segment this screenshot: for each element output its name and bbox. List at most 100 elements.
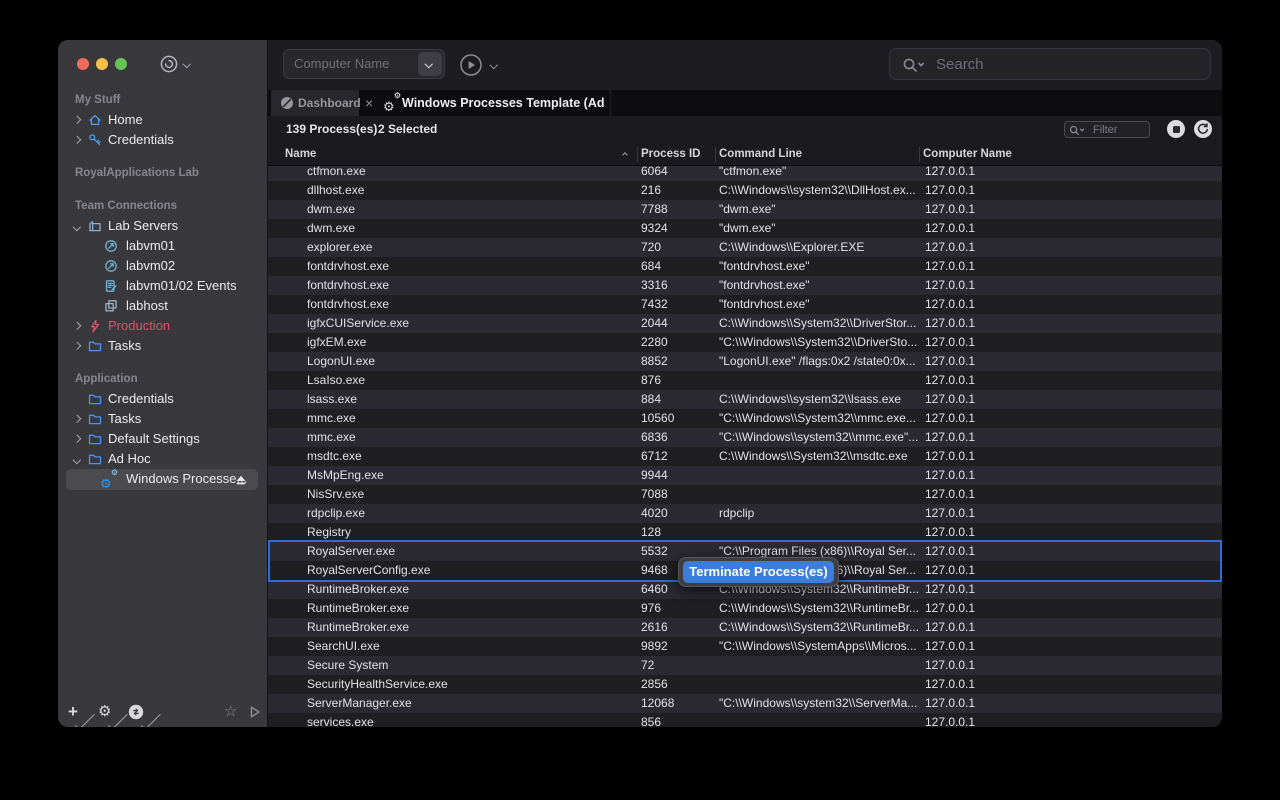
table-row[interactable]: ⚙⚙rdpclip.exe4020rdpclip127.0.0.1 [268, 504, 1222, 523]
table-row[interactable]: ⚙⚙dwm.exe7788"dwm.exe"127.0.0.1 [268, 200, 1222, 219]
process-table-body: ⚙⚙ctfmon.exe6064"ctfmon.exe"127.0.0.1⚙⚙d… [268, 166, 1222, 727]
disclosure-chevron[interactable] [73, 223, 81, 231]
table-row[interactable]: ⚙⚙ServerManager.exe12068"C:\\Windows\\sy… [268, 694, 1222, 713]
table-row[interactable]: ⚙⚙Registry128127.0.0.1 [268, 523, 1222, 542]
host-icon [104, 299, 118, 313]
search-input[interactable] [934, 50, 1202, 78]
eject-icon[interactable] [235, 474, 247, 486]
tab-windows-processes[interactable]: × ⚙ ⚙ Windows Processes Template (Ad Hoc… [359, 90, 611, 116]
sidebar-item-label: labvm02 [126, 256, 175, 276]
table-row[interactable]: ⚙⚙SearchUI.exe9892"C:\\Windows\\SystemAp… [268, 637, 1222, 656]
cell-command-line: C:\\Windows\\Explorer.EXE [719, 238, 918, 257]
table-row[interactable]: ⚙⚙fontdrvhost.exe684"fontdrvhost.exe"127… [268, 257, 1222, 276]
column-divider[interactable] [715, 147, 716, 162]
gears-icon: ⚙⚙ [100, 473, 114, 487]
table-row[interactable]: ⚙⚙fontdrvhost.exe7432"fontdrvhost.exe"12… [268, 295, 1222, 314]
cell-process-id: 6064 [641, 166, 713, 181]
zoom-traffic-light[interactable] [115, 58, 127, 70]
sidebar-item-ad-hoc[interactable]: Ad Hoc [58, 449, 267, 469]
cell-computer-name: 127.0.0.1 [925, 637, 1045, 656]
table-row[interactable]: ⚙⚙msdtc.exe6712C:\\Windows\\System32\\ms… [268, 447, 1222, 466]
cell-command-line: "C:\\Windows\\System32\\mmc.exe... [719, 409, 918, 428]
disclosure-chevron[interactable] [73, 435, 81, 443]
disclosure-chevron[interactable] [73, 342, 81, 350]
folder-icon [88, 412, 102, 426]
cell-process-id: 2280 [641, 333, 713, 352]
table-row[interactable]: ⚙⚙services.exe856127.0.0.1 [268, 713, 1222, 727]
connect-menu-chevron-icon[interactable] [183, 60, 191, 68]
table-row[interactable]: ⚙⚙LogonUI.exe8852"LogonUI.exe" /flags:0x… [268, 352, 1222, 371]
stop-button[interactable] [1167, 120, 1185, 138]
sidebar-item-production[interactable]: Production [58, 316, 267, 336]
tab-dashboard[interactable]: Dashboard [271, 90, 359, 116]
table-row[interactable]: ⚙⚙MsMpEng.exe9944127.0.0.1 [268, 466, 1222, 485]
sidebar-item-home[interactable]: Home [58, 110, 267, 130]
sidebar-item-credentials[interactable]: Credentials [58, 389, 267, 409]
column-header-command-line[interactable]: Command Line [719, 143, 802, 165]
table-row[interactable]: ⚙⚙mmc.exe6836"C:\\Windows\\system32\\mmc… [268, 428, 1222, 447]
column-divider[interactable] [919, 147, 920, 162]
sidebar-item-tasks[interactable]: Tasks [58, 336, 267, 356]
minimize-traffic-light[interactable] [96, 58, 108, 70]
table-row[interactable]: ⚙⚙fontdrvhost.exe3316"fontdrvhost.exe"12… [268, 276, 1222, 295]
table-row[interactable]: ⚙⚙Secure System72127.0.0.1 [268, 656, 1222, 675]
table-row[interactable]: ⚙⚙igfxCUIService.exe2044C:\\Windows\\Sys… [268, 314, 1222, 333]
table-row[interactable]: ⚙⚙lsass.exe884C:\\Windows\\system32\\lsa… [268, 390, 1222, 409]
cell-computer-name: 127.0.0.1 [925, 409, 1045, 428]
cell-process-id: 10560 [641, 409, 713, 428]
column-header-name[interactable]: Name [285, 143, 316, 165]
refresh-button[interactable] [1194, 120, 1212, 138]
cell-name: SearchUI.exe [307, 637, 627, 656]
gears-icon: ⚙ ⚙ [383, 96, 399, 111]
table-row[interactable]: ⚙⚙NisSrv.exe7088127.0.0.1 [268, 485, 1222, 504]
table-row[interactable]: ⚙⚙LsaIso.exe876127.0.0.1 [268, 371, 1222, 390]
column-header-process-id[interactable]: Process ID [641, 143, 700, 165]
sidebar-item-labvm01-02-events[interactable]: labvm01/02 Events [58, 276, 267, 296]
run-task-play-button[interactable] [459, 53, 483, 77]
sidebar-item-labvm02[interactable]: labvm02 [58, 256, 267, 276]
table-row[interactable]: ⚙⚙dllhost.exe216C:\\Windows\\system32\\D… [268, 181, 1222, 200]
run-task-menu-chevron-icon[interactable] [490, 61, 498, 69]
folder-icon [88, 452, 102, 466]
search-box[interactable] [889, 48, 1211, 80]
computer-name-combobox[interactable]: Computer Name [283, 49, 445, 79]
table-row[interactable]: ⚙⚙explorer.exe720C:\\Windows\\Explorer.E… [268, 238, 1222, 257]
close-tab-icon[interactable]: × [365, 90, 379, 116]
run-icon[interactable] [248, 705, 262, 727]
table-row[interactable]: ⚙⚙RuntimeBroker.exe2616C:\\Windows\\Syst… [268, 618, 1222, 637]
table-row[interactable]: ⚙⚙dwm.exe9324"dwm.exe"127.0.0.1 [268, 219, 1222, 238]
sidebar-item-lab-servers[interactable]: Lab Servers [58, 216, 267, 236]
table-row[interactable]: ⚙⚙RuntimeBroker.exe976C:\\Windows\\Syste… [268, 599, 1222, 618]
add-button[interactable]: + [68, 701, 78, 723]
table-row[interactable]: ⚙⚙ctfmon.exe6064"ctfmon.exe"127.0.0.1 [268, 166, 1222, 181]
column-divider[interactable] [637, 147, 638, 162]
disclosure-chevron[interactable] [73, 415, 81, 423]
disclosure-chevron[interactable] [73, 116, 81, 124]
filter-box[interactable] [1064, 121, 1150, 138]
cell-process-id: 884 [641, 390, 713, 409]
sidebar-item-label: Windows Processe... [126, 469, 247, 489]
sidebar-item-windows-processe[interactable]: ⚙⚙ Windows Processe... [58, 469, 267, 489]
connect-icon[interactable] [159, 54, 179, 74]
disclosure-chevron[interactable] [73, 322, 81, 330]
filter-input[interactable] [1091, 122, 1146, 137]
disclosure-chevron[interactable] [73, 136, 81, 144]
computer-name-dropdown-button[interactable] [418, 52, 442, 76]
gear-button[interactable]: ⚙ [98, 701, 111, 723]
table-row[interactable]: ⚙⚙SecurityHealthService.exe2856127.0.0.1 [268, 675, 1222, 694]
terminate-process-button[interactable]: Terminate Process(es) [683, 561, 834, 583]
favorite-star-icon[interactable]: ☆ [224, 701, 237, 723]
column-header-computer-name[interactable]: Computer Name [923, 143, 1012, 165]
sidebar-item-credentials[interactable]: Credentials [58, 130, 267, 150]
sidebar-item-labvm01[interactable]: labvm01 [58, 236, 267, 256]
cell-name: RuntimeBroker.exe [307, 580, 627, 599]
sync-button[interactable] [128, 704, 144, 726]
close-traffic-light[interactable] [77, 58, 89, 70]
sidebar-item-tasks[interactable]: Tasks [58, 409, 267, 429]
disclosure-chevron[interactable] [73, 456, 81, 464]
table-row[interactable]: ⚙⚙mmc.exe10560"C:\\Windows\\System32\\mm… [268, 409, 1222, 428]
cell-name: explorer.exe [307, 238, 627, 257]
sidebar-item-default-settings[interactable]: Default Settings [58, 429, 267, 449]
table-row[interactable]: ⚙⚙igfxEM.exe2280"C:\\Windows\\System32\\… [268, 333, 1222, 352]
sidebar-item-labhost[interactable]: labhost [58, 296, 267, 316]
